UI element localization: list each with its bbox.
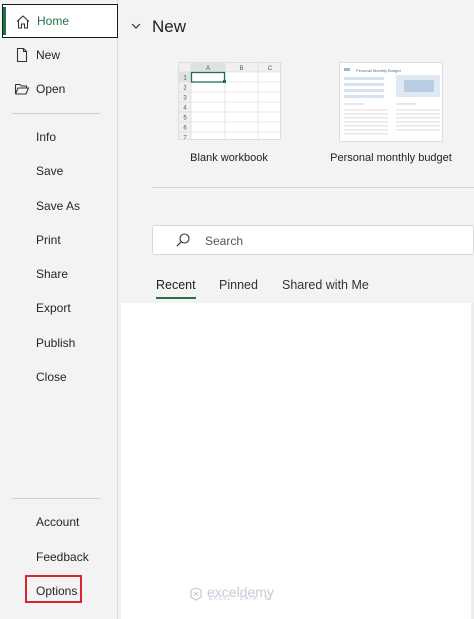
sidebar-item-label: Account — [36, 515, 80, 529]
sidebar-item-feedback[interactable]: Feedback — [0, 540, 118, 574]
sidebar-item-home[interactable]: Home — [2, 4, 118, 38]
personal-budget-thumbnail[interactable]: Personal Monthly Budget — [339, 62, 443, 142]
home-icon — [16, 15, 30, 29]
template-label-personal-budget[interactable]: Personal monthly budget — [319, 152, 463, 164]
sidebar-item-publish[interactable]: Publish — [0, 326, 118, 360]
section-title: New — [152, 17, 187, 36]
section-divider — [152, 187, 474, 188]
open-folder-icon — [14, 83, 30, 95]
template-label-blank-workbook[interactable]: Blank workbook — [159, 152, 299, 164]
tab-recent[interactable]: Recent — [156, 278, 196, 299]
search-box[interactable] — [152, 225, 474, 255]
sidebar-item-label: Feedback — [36, 550, 89, 564]
sidebar-item-info[interactable]: Info — [0, 120, 118, 154]
watermark-tagline: EXCEL · DATA · BI — [209, 596, 273, 602]
search-input[interactable] — [205, 232, 465, 250]
sidebar-item-close[interactable]: Close — [0, 360, 118, 394]
tab-pinned[interactable]: Pinned — [219, 278, 258, 292]
sidebar-item-save[interactable]: Save — [0, 154, 118, 188]
sidebar-item-open[interactable]: Open — [0, 72, 118, 106]
grid-column-header: B — [239, 66, 243, 72]
sidebar-item-save-as[interactable]: Save As — [0, 189, 118, 223]
sidebar-item-label: Export — [36, 301, 71, 315]
backstage-main: New ABC1234567 Blank workbook Personal M… — [119, 0, 474, 619]
search-icon — [176, 233, 190, 247]
backstage-sidebar: Home New Open Info Save Save As Print Sh… — [0, 0, 118, 619]
grid-column-header: A — [206, 66, 210, 72]
sidebar-item-label: New — [36, 48, 61, 62]
sidebar-item-label: Print — [36, 233, 61, 247]
sidebar-item-label: Save As — [36, 199, 81, 213]
blank-workbook-thumbnail[interactable]: ABC1234567 — [178, 62, 281, 140]
sidebar-item-print[interactable]: Print — [0, 223, 118, 257]
sidebar-item-label: Save — [36, 164, 64, 178]
recent-files-list — [121, 303, 474, 619]
chevron-down-icon[interactable] — [131, 21, 141, 31]
sidebar-item-label: Close — [36, 370, 67, 384]
sidebar-item-account[interactable]: Account — [0, 505, 118, 539]
sidebar-item-export[interactable]: Export — [0, 291, 118, 325]
grid-column-header: C — [268, 66, 273, 72]
spreadsheet-grid-icon: A B C1234567 — [179, 63, 280, 139]
sidebar-item-label: Share — [36, 267, 69, 281]
sidebar-item-label: Info — [36, 130, 57, 144]
sidebar-item-new[interactable]: New — [0, 38, 118, 72]
exceldemy-watermark: exceldemy EXCEL · DATA · BI — [189, 585, 274, 602]
new-document-icon — [16, 47, 28, 63]
sidebar-item-share[interactable]: Share — [0, 257, 118, 291]
sidebar-item-label: Open — [36, 82, 66, 96]
budget-preview-image: Personal Monthly Budget — [340, 63, 442, 141]
tab-shared-with-me[interactable]: Shared with Me — [282, 278, 369, 292]
sidebar-divider — [12, 498, 100, 499]
sidebar-item-label: Publish — [36, 336, 76, 350]
sidebar-item-label: Home — [37, 14, 70, 28]
exceldemy-logo-icon — [190, 587, 202, 601]
options-highlight-box — [25, 575, 82, 603]
budget-thumb-title: Personal Monthly Budget — [356, 68, 402, 73]
sidebar-divider — [12, 113, 100, 114]
